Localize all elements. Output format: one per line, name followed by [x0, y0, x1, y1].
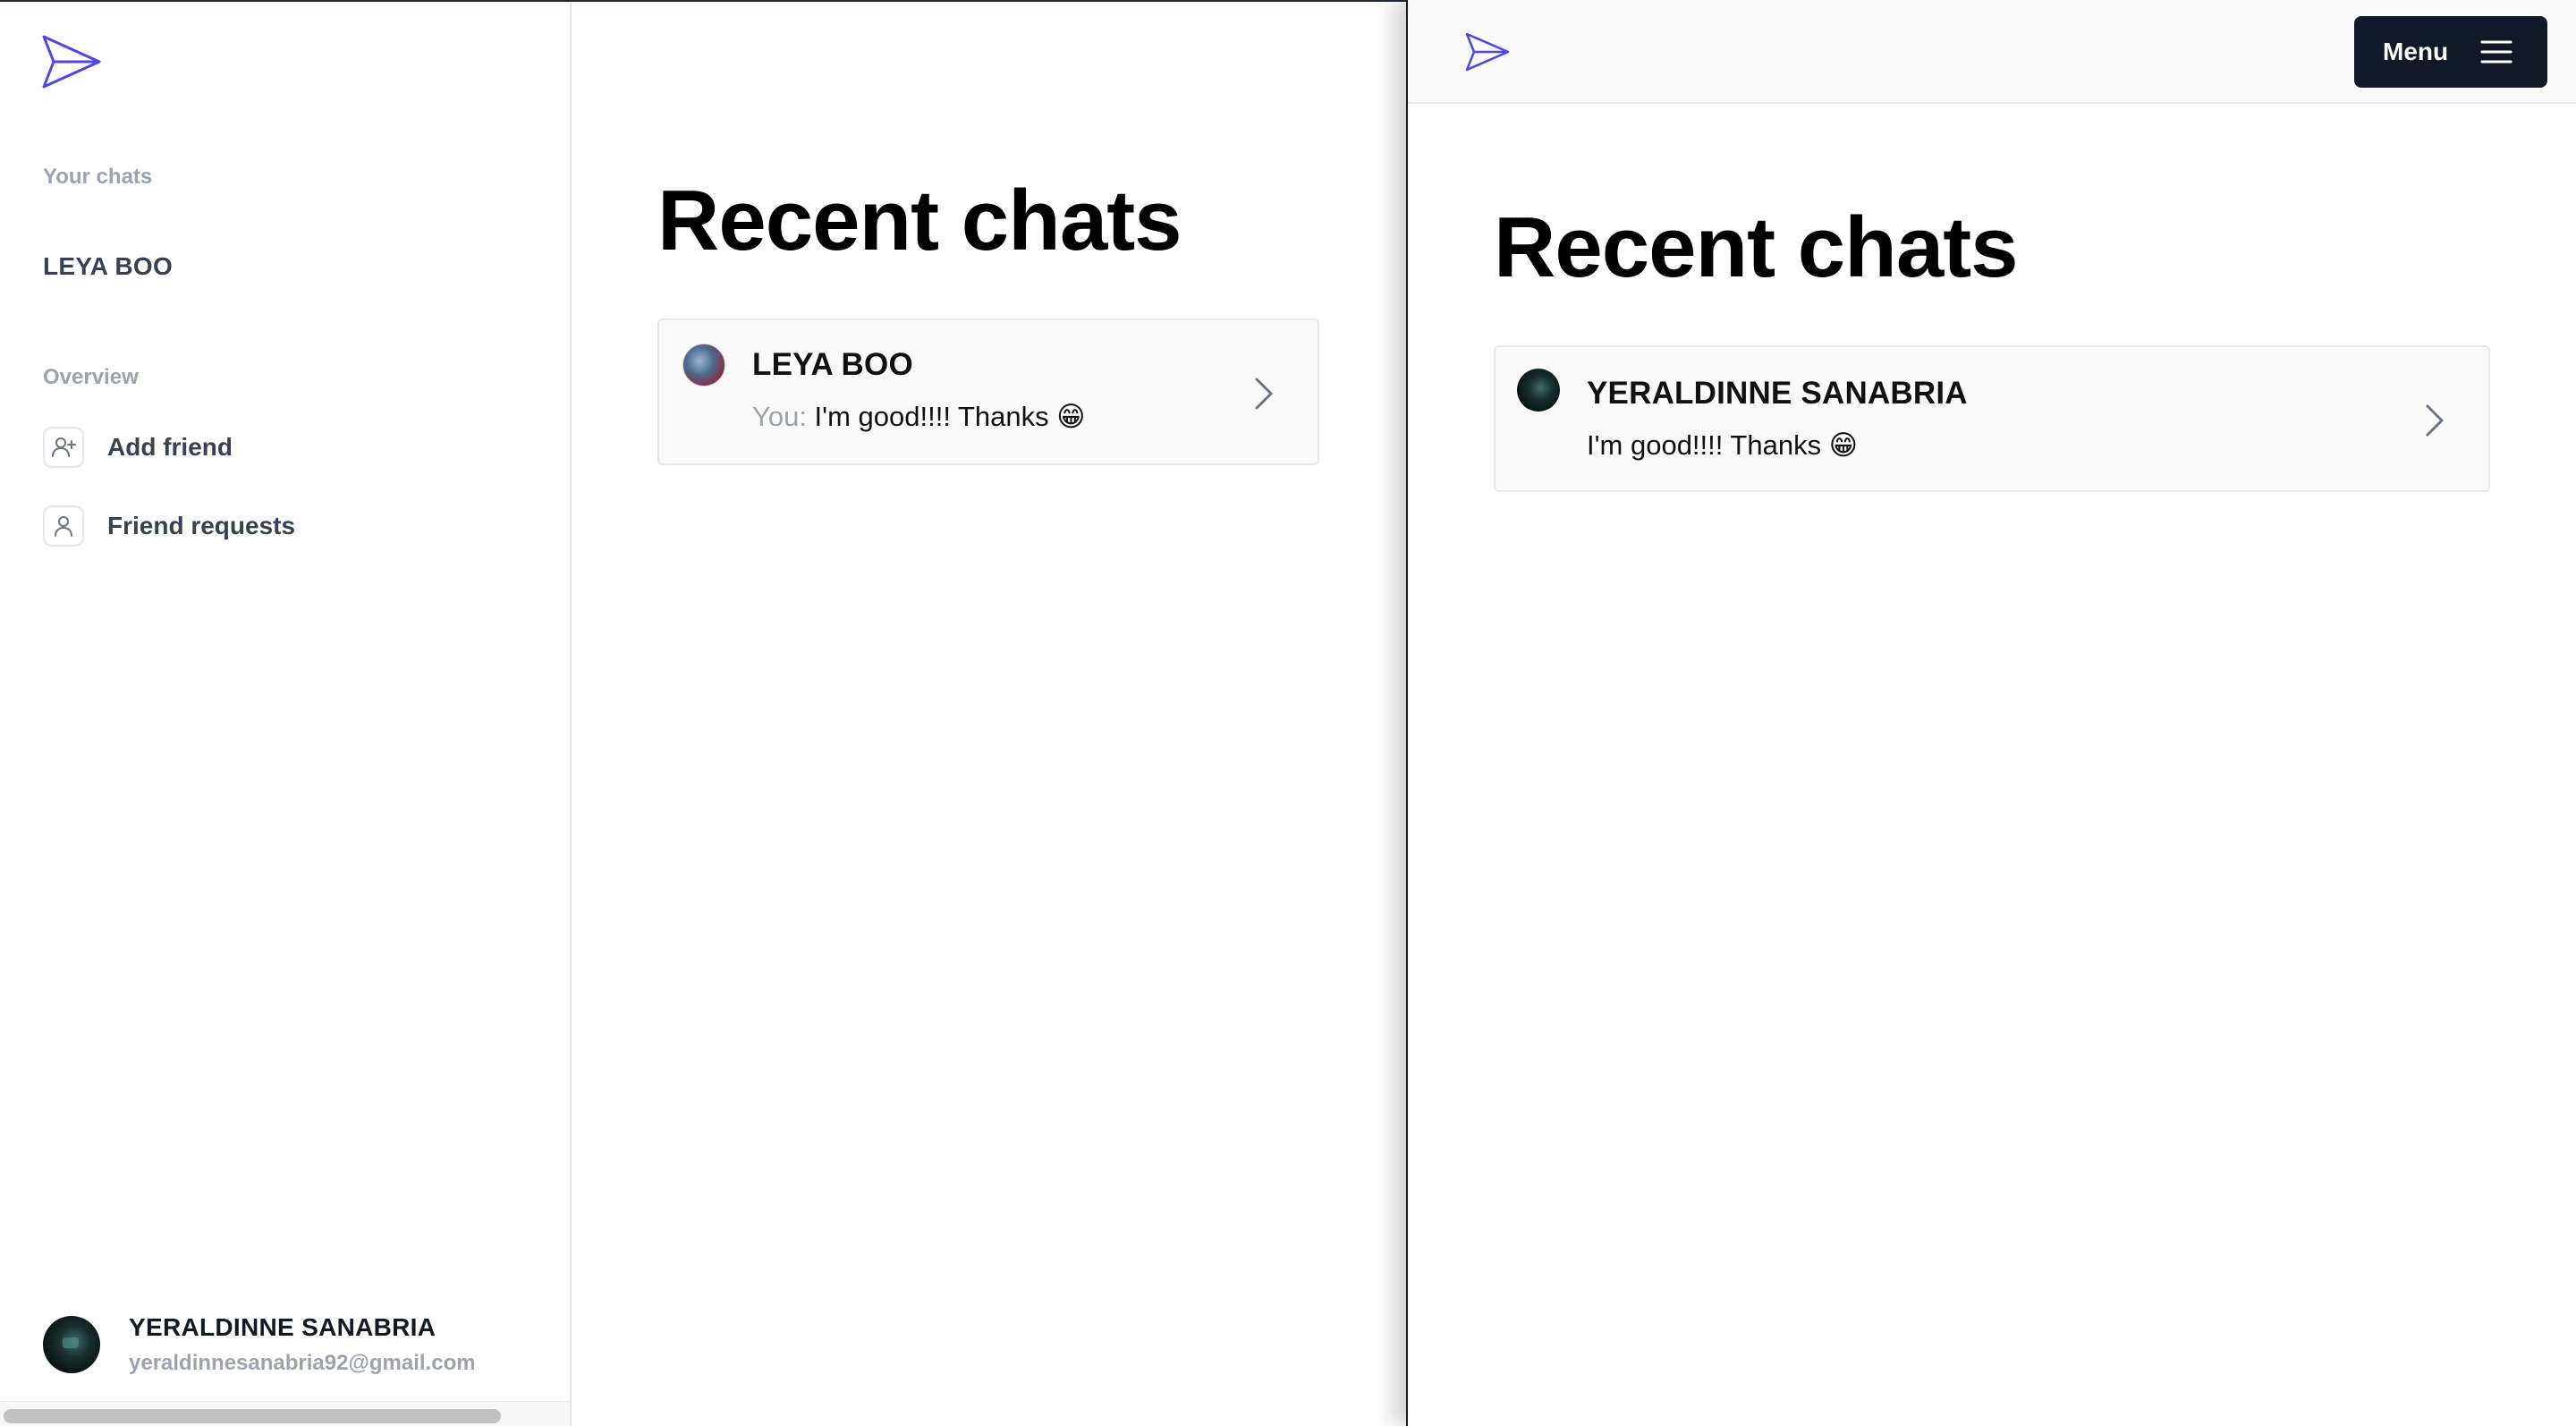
sidebar-item-add-friend[interactable]: Add friend [43, 426, 233, 469]
paper-plane-logo-icon[interactable] [41, 34, 102, 89]
chat-last-message: I'm good!!!! Thanks 😁 [1587, 429, 1859, 461]
your-chats-label: Your chats [43, 165, 153, 189]
avatar [682, 344, 725, 386]
chat-card-leya-boo[interactable]: LEYA BOO You: I'm good!!!! Thanks 😁 [657, 318, 1319, 465]
sidebar-chat-leya-boo[interactable]: LEYA BOO [43, 252, 173, 281]
horizontal-scrollbar[interactable] [0, 1401, 570, 1426]
main-content: Recent chats LEYA BOO You: I'm good!!!! … [572, 2, 1406, 1426]
overview-label: Overview [43, 365, 139, 389]
add-friend-label: Add friend [107, 433, 233, 461]
paper-plane-logo-icon[interactable] [1465, 32, 1510, 72]
chat-name: LEYA BOO [752, 347, 913, 382]
top-bar: Menu [1408, 0, 2576, 104]
scrollbar-thumb[interactable] [4, 1409, 501, 1423]
current-user: YERALDINNE SANABRIA yeraldinnesanabria92… [43, 1313, 476, 1376]
avatar [1517, 369, 1560, 412]
user-icon [43, 505, 84, 547]
right-window: Menu Recent chats YERALDINNE SANABRIA I'… [1406, 0, 2576, 1426]
page-title: Recent chats [1494, 199, 2019, 295]
user-plus-icon [43, 427, 84, 468]
menu-button[interactable]: Menu [2354, 16, 2547, 88]
chat-name: YERALDINNE SANABRIA [1587, 376, 1968, 411]
chevron-right-icon [2426, 404, 2444, 437]
chat-card-yeraldinne-sanabria[interactable]: YERALDINNE SANABRIA I'm good!!!! Thanks … [1494, 345, 2490, 492]
sidebar: Your chats LEYA BOO Overview Add friend [0, 2, 572, 1426]
sidebar-item-friend-requests[interactable]: Friend requests [43, 505, 295, 547]
message-text: I'm good!!!! Thanks 😁 [814, 401, 1086, 432]
avatar [43, 1316, 100, 1373]
friend-requests-label: Friend requests [107, 512, 296, 539]
chevron-right-icon [1255, 378, 1273, 410]
user-name: YERALDINNE SANABRIA [129, 1313, 436, 1341]
hamburger-icon [2480, 40, 2512, 64]
left-window: Your chats LEYA BOO Overview Add friend [0, 0, 1406, 1426]
page-title: Recent chats [657, 173, 1182, 268]
message-prefix: You: [752, 401, 815, 432]
user-email: yeraldinnesanabria92@gmail.com [129, 1351, 476, 1375]
screen: Your chats LEYA BOO Overview Add friend [0, 0, 2576, 1426]
menu-label: Menu [2383, 38, 2449, 65]
chat-last-message: You: I'm good!!!! Thanks 😁 [752, 401, 1086, 433]
